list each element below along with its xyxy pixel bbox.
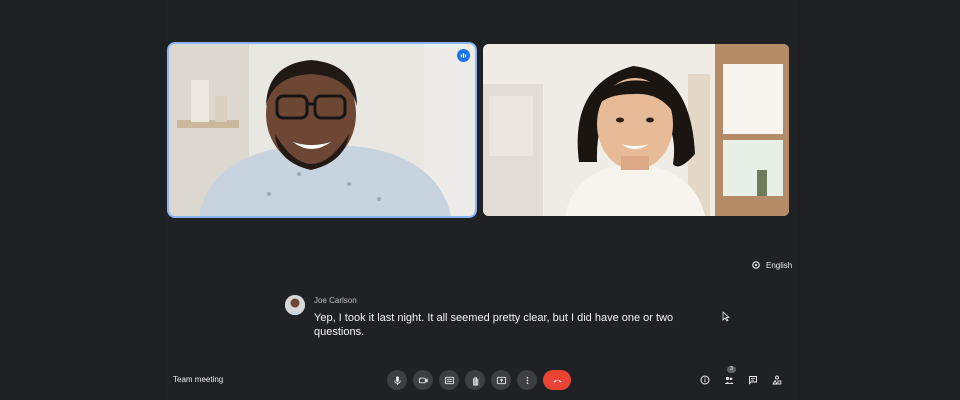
caption-text: Yep, I took it last night. It all seemed… [314, 312, 674, 338]
meeting-title: Team meeting [173, 375, 224, 384]
activities-icon [772, 375, 782, 385]
caption-language-label: English [766, 260, 793, 270]
activities-button[interactable] [772, 372, 782, 385]
captions-icon [444, 376, 454, 384]
mouse-cursor-icon [722, 311, 730, 322]
present-screen-icon [496, 376, 506, 384]
participant-video [169, 44, 475, 216]
right-margin [797, 0, 960, 400]
side-panel-buttons: 3 [700, 366, 782, 385]
meeting-info-button[interactable] [700, 372, 710, 385]
camera-icon [418, 377, 428, 383]
caption-speaker-name: Joe Carlson [314, 296, 357, 305]
left-margin [0, 0, 165, 400]
participant-video [483, 44, 789, 216]
raise-hand-icon [472, 376, 478, 386]
call-controls [387, 370, 571, 390]
microphone-button[interactable] [387, 370, 407, 390]
caption-language-selector[interactable]: English [751, 260, 792, 270]
more-options-button[interactable] [517, 370, 537, 390]
microphone-icon [393, 375, 401, 385]
people-button[interactable]: 3 [724, 366, 736, 384]
people-count-badge: 3 [727, 366, 736, 373]
meet-window: English Joe Carlson Yep, I took it last … [165, 0, 797, 400]
participant-tile-joe-carlson[interactable] [169, 44, 475, 216]
chat-button[interactable] [748, 372, 758, 385]
speaking-indicator-icon [457, 49, 470, 62]
participant-tile[interactable] [483, 44, 789, 216]
camera-button[interactable] [413, 370, 433, 390]
meeting-info-icon [700, 375, 710, 385]
chat-icon [749, 376, 757, 385]
settings-icon [752, 261, 760, 269]
captions-button[interactable] [439, 370, 459, 390]
more-options-icon [526, 376, 528, 384]
present-screen-button[interactable] [491, 370, 511, 390]
end-call-button[interactable] [543, 370, 571, 390]
people-icon [724, 376, 734, 384]
end-call-icon [552, 379, 562, 383]
raise-hand-button[interactable] [465, 370, 485, 390]
avatar [285, 295, 305, 315]
